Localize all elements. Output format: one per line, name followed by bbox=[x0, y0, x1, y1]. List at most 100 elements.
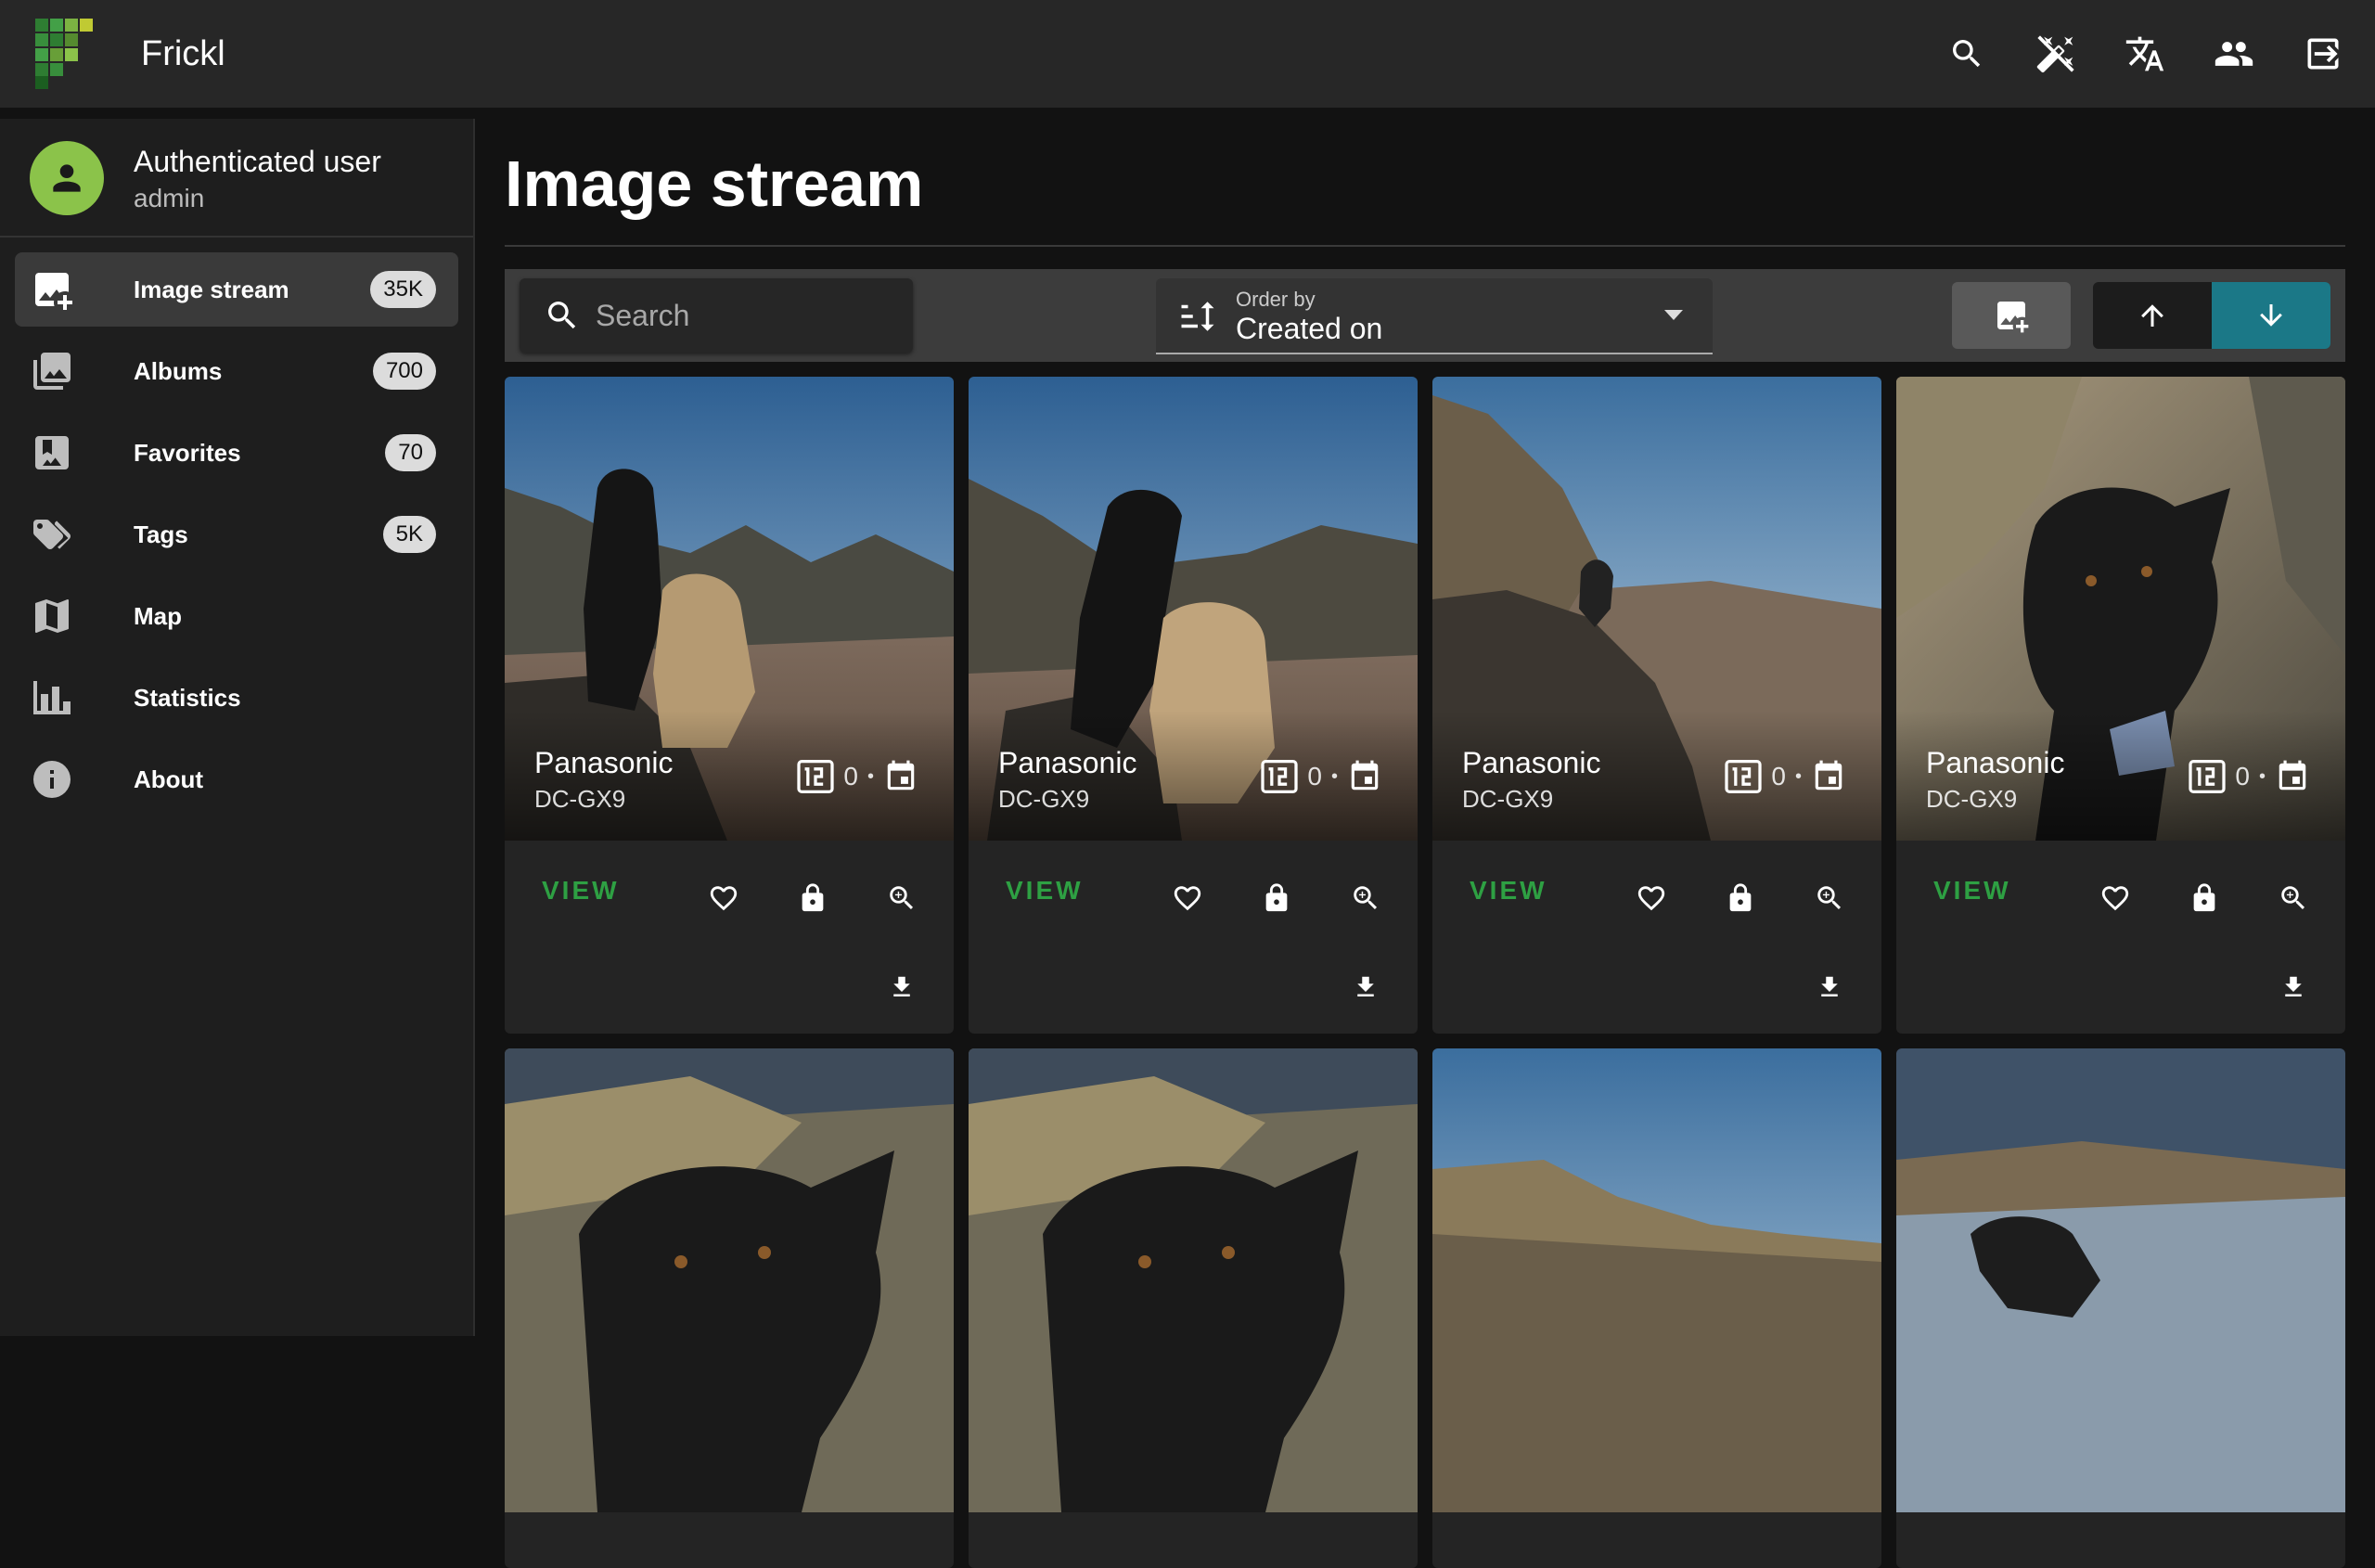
sidebar-item-tags[interactable]: Tags 5K bbox=[15, 497, 458, 572]
sidebar-item-label: Favorites bbox=[134, 438, 241, 467]
bookmark-image-icon bbox=[30, 431, 74, 475]
camera-model: DC-GX9 bbox=[998, 785, 1090, 813]
image-multiple-icon bbox=[30, 349, 74, 393]
camera-make: Panasonic bbox=[534, 746, 674, 779]
camera-model: DC-GX9 bbox=[534, 785, 626, 813]
card-actions: VIEW bbox=[505, 841, 954, 1034]
image-count-icon bbox=[2189, 760, 2227, 793]
photo-card bbox=[1432, 1048, 1881, 1568]
order-by-select[interactable]: Order by Created on bbox=[1156, 278, 1713, 354]
calendar-icon bbox=[2279, 760, 2306, 790]
view-button[interactable]: VIEW bbox=[1470, 876, 1547, 906]
zoom-in-icon[interactable] bbox=[1807, 876, 1852, 920]
people-icon[interactable] bbox=[2199, 19, 2269, 89]
sidebar: Authenticated user admin Image stream 35… bbox=[0, 119, 475, 1336]
lock-icon[interactable] bbox=[2182, 876, 2227, 920]
sidebar-item-label: About bbox=[134, 765, 204, 793]
favorite-icon[interactable] bbox=[1165, 876, 1210, 920]
translate-icon[interactable] bbox=[2110, 19, 2180, 89]
zoom-in-icon[interactable] bbox=[1343, 876, 1388, 920]
user-name: Authenticated user bbox=[134, 145, 381, 178]
app-bar: Frickl bbox=[0, 0, 2375, 108]
arrow-up-icon bbox=[2141, 304, 2163, 327]
avatar bbox=[30, 141, 104, 215]
photo-card bbox=[969, 1048, 1418, 1568]
map-icon bbox=[30, 594, 74, 638]
photo-thumbnail[interactable] bbox=[1896, 1048, 2345, 1512]
user-role: admin bbox=[134, 184, 205, 212]
count-badge: 700 bbox=[372, 353, 436, 390]
calendar-icon bbox=[887, 760, 915, 790]
photo-meta: 0 • bbox=[1725, 759, 1846, 794]
view-button[interactable]: VIEW bbox=[542, 876, 620, 906]
user-profile[interactable]: Authenticated user admin bbox=[0, 119, 473, 238]
download-icon[interactable] bbox=[1343, 965, 1388, 1009]
lock-icon[interactable] bbox=[790, 876, 835, 920]
photo-card: Panasonic DC-GX9 0 • VIEW bbox=[1432, 377, 1881, 1034]
chart-bar-icon bbox=[30, 675, 74, 720]
image-count: 0 bbox=[1771, 762, 1786, 790]
favorite-icon[interactable] bbox=[701, 876, 746, 920]
add-image-button[interactable] bbox=[1952, 282, 2071, 349]
count-badge: 70 bbox=[385, 434, 436, 471]
calendar-icon bbox=[1815, 760, 1842, 790]
photo-card: Panasonic DC-GX9 0 • VIEW bbox=[505, 377, 954, 1034]
download-icon[interactable] bbox=[2271, 965, 2316, 1009]
page-title: Image stream bbox=[505, 148, 924, 220]
photo-card: Panasonic DC-GX9 0 • VIEW bbox=[969, 377, 1418, 1034]
sidebar-item-image-stream[interactable]: Image stream 35K bbox=[15, 252, 458, 327]
favorite-icon[interactable] bbox=[2093, 876, 2138, 920]
sort-ascending-button[interactable] bbox=[2093, 282, 2212, 349]
sidebar-item-label: Tags bbox=[134, 520, 188, 548]
count-badge: 35K bbox=[370, 271, 436, 308]
search-icon[interactable] bbox=[1932, 19, 2002, 89]
calendar-icon bbox=[1351, 760, 1379, 790]
image-count: 0 bbox=[2235, 762, 2250, 790]
search-icon bbox=[544, 297, 581, 334]
image-count: 0 bbox=[1307, 762, 1322, 790]
logout-icon[interactable] bbox=[2288, 19, 2358, 89]
zoom-in-icon[interactable] bbox=[2271, 876, 2316, 920]
view-button[interactable]: VIEW bbox=[1006, 876, 1084, 906]
order-by-label: Order by bbox=[1236, 288, 1316, 311]
image-count-icon bbox=[1261, 760, 1299, 793]
sort-descending-button[interactable] bbox=[2212, 282, 2330, 349]
camera-make: Panasonic bbox=[998, 746, 1137, 779]
sort-icon bbox=[1178, 297, 1217, 336]
sidebar-item-favorites[interactable]: Favorites 70 bbox=[15, 416, 458, 490]
lock-icon[interactable] bbox=[1254, 876, 1299, 920]
sidebar-item-map[interactable]: Map bbox=[15, 579, 458, 653]
search-field[interactable] bbox=[520, 278, 913, 353]
image-count-icon bbox=[1725, 760, 1763, 793]
stream-toolbar: Order by Created on bbox=[505, 269, 2345, 362]
account-icon bbox=[53, 164, 81, 192]
camera-model: DC-GX9 bbox=[1462, 785, 1554, 813]
photo-card bbox=[1896, 1048, 2345, 1568]
image-count: 0 bbox=[843, 762, 858, 790]
photo-thumbnail[interactable] bbox=[505, 1048, 954, 1512]
magic-off-icon[interactable] bbox=[2021, 19, 2091, 89]
view-button[interactable]: VIEW bbox=[1933, 876, 2011, 906]
search-input[interactable] bbox=[596, 293, 892, 338]
photo-thumbnail[interactable] bbox=[969, 1048, 1418, 1512]
camera-model: DC-GX9 bbox=[1926, 785, 2018, 813]
favorite-icon[interactable] bbox=[1629, 876, 1674, 920]
card-actions: VIEW bbox=[1432, 841, 1881, 1034]
image-count-icon bbox=[797, 760, 835, 793]
tag-multiple-icon bbox=[30, 512, 74, 557]
lock-icon[interactable] bbox=[1718, 876, 1763, 920]
photo-thumbnail[interactable] bbox=[1432, 1048, 1881, 1512]
download-icon[interactable] bbox=[1807, 965, 1852, 1009]
image-plus-icon bbox=[1997, 302, 2029, 333]
count-badge: 5K bbox=[382, 516, 436, 553]
sidebar-item-statistics[interactable]: Statistics bbox=[15, 661, 458, 735]
frickl-logo[interactable] bbox=[35, 19, 95, 89]
download-icon[interactable] bbox=[879, 965, 924, 1009]
order-by-value: Created on bbox=[1236, 312, 1383, 345]
photo-meta: 0 • bbox=[1261, 759, 1382, 794]
sidebar-item-about[interactable]: About bbox=[15, 742, 458, 816]
sidebar-item-albums[interactable]: Albums 700 bbox=[15, 334, 458, 408]
camera-make: Panasonic bbox=[1462, 746, 1601, 779]
zoom-in-icon[interactable] bbox=[879, 876, 924, 920]
camera-make: Panasonic bbox=[1926, 746, 2065, 779]
